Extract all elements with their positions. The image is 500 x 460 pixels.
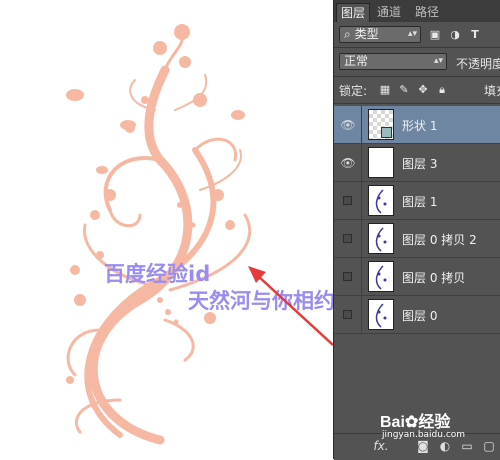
divider — [334, 76, 500, 77]
baidu-jingyan-logo: Bai✿经验 jingyan.baidu.com — [380, 408, 498, 456]
lock-position-icon[interactable]: ✥ — [416, 83, 430, 97]
type-filter-icon[interactable]: T — [468, 28, 482, 42]
thumbnail-pattern — [375, 265, 387, 290]
thumbnail-pattern — [375, 189, 387, 214]
lock-pixels-icon[interactable]: ▦ — [378, 83, 392, 97]
divider — [361, 296, 362, 333]
visibility-toggle[interactable] — [343, 272, 352, 281]
document-canvas[interactable]: 百度经验id 天然河与你相约 — [0, 0, 333, 459]
blend-mode-value: 正常 — [344, 54, 369, 68]
layer-row[interactable]: 图层 0 拷贝 2 — [334, 220, 500, 258]
layer-thumbnail — [368, 261, 394, 292]
layer-thumbnail — [368, 109, 394, 140]
layer-row[interactable]: 图层 0 拷贝 — [334, 258, 500, 296]
layer-thumbnail — [368, 185, 394, 216]
divider — [361, 182, 362, 219]
layer-row[interactable]: 👁︎ 形状 1 — [334, 106, 500, 144]
layer-name: 图层 1 — [402, 195, 438, 209]
logo-bai: Bai — [380, 414, 405, 431]
divider — [334, 103, 500, 104]
layer-thumbnail — [368, 147, 394, 178]
lock-row: 锁定: ▦ ✎ ✥ 🔒︎ 填充 — [334, 78, 500, 102]
logo-url: jingyan.baidu.com — [382, 430, 466, 440]
layer-name: 图层 3 — [402, 157, 438, 171]
blend-row: 正常 ▴▾ 不透明度 — [334, 50, 500, 74]
layer-filter-row: ⌕ 类型 ▴▾ ▣ ◑ T — [334, 24, 500, 46]
layer-name: 形状 1 — [402, 119, 438, 133]
lock-brush-icon[interactable]: ✎ — [397, 83, 411, 97]
layer-name: 图层 0 拷贝 — [402, 271, 466, 285]
divider — [361, 144, 362, 181]
visibility-toggle[interactable] — [343, 234, 352, 243]
tab-paths[interactable]: 路径 — [410, 3, 444, 22]
chevron-down-icon: ▴▾ — [433, 56, 443, 66]
visibility-toggle[interactable] — [343, 196, 352, 205]
layer-name: 图层 0 拷贝 2 — [402, 233, 477, 247]
tab-layers[interactable]: 图层 — [336, 3, 370, 22]
lock-label: 锁定: — [339, 84, 368, 98]
visibility-toggle[interactable] — [343, 310, 352, 319]
vector-mask-icon — [381, 127, 392, 138]
divider — [334, 47, 500, 48]
filter-type-label: 类型 — [354, 27, 379, 41]
layer-thumbnail — [368, 299, 394, 330]
blend-mode-dropdown[interactable]: 正常 ▴▾ — [339, 53, 447, 70]
search-icon: ⌕ — [344, 27, 351, 41]
layer-row[interactable]: 👁︎ 图层 3 — [334, 144, 500, 182]
annotation-arrow — [248, 266, 333, 346]
thumbnail-pattern — [375, 227, 387, 252]
panel-tab-bar: 图层 通道 路径 — [334, 0, 500, 22]
tab-channels[interactable]: 通道 — [372, 3, 406, 22]
filter-type-dropdown[interactable]: ⌕ 类型 ▴▾ — [339, 26, 421, 43]
layers-panel: 图层 通道 路径 ⌕ 类型 ▴▾ ▣ ◑ T 正常 ▴▾ 不透明度 锁定: ▦ … — [333, 0, 500, 460]
layer-row[interactable]: 图层 1 — [334, 182, 500, 220]
layer-name: 图层 0 — [402, 309, 438, 323]
logo-suffix: 经验 — [418, 414, 451, 431]
layer-row[interactable]: 图层 0 — [334, 296, 500, 334]
lock-all-icon[interactable]: 🔒︎ — [435, 83, 449, 97]
image-filter-icon[interactable]: ▣ — [428, 28, 442, 42]
opacity-label: 不透明度 — [456, 57, 500, 71]
divider — [361, 106, 362, 143]
layer-thumbnail — [368, 223, 394, 254]
logo-text-row: Bai✿经验 — [380, 408, 450, 432]
adjustment-filter-icon[interactable]: ◑ — [448, 28, 462, 42]
divider — [361, 220, 362, 257]
paw-icon: ✿ — [404, 414, 419, 431]
thumbnail-pattern — [375, 303, 387, 328]
divider — [361, 258, 362, 295]
fill-label: 填充 — [484, 84, 500, 98]
eye-icon[interactable]: 👁︎ — [340, 155, 356, 171]
chevron-down-icon: ▴▾ — [407, 29, 417, 39]
eye-icon[interactable]: 👁︎ — [340, 117, 356, 133]
